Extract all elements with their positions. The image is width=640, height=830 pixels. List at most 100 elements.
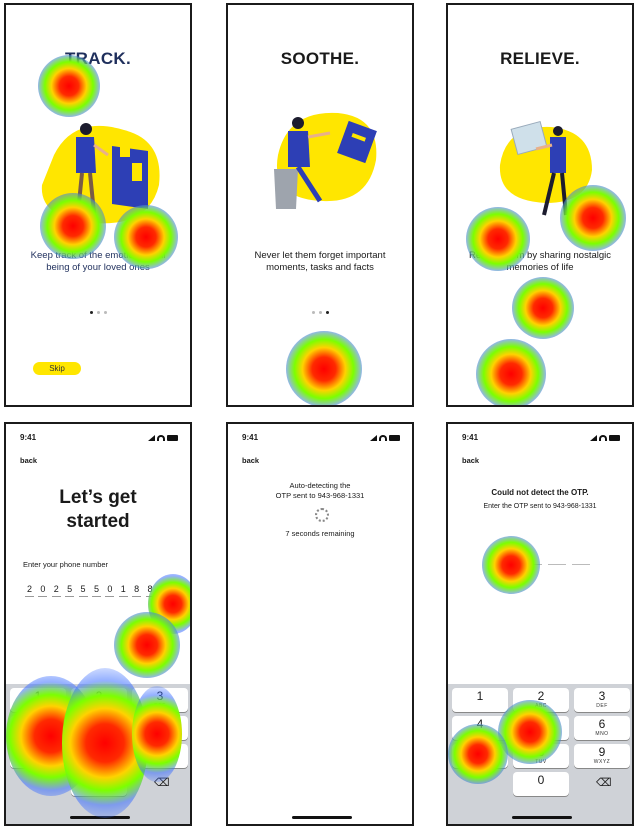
key-number: 3: [598, 689, 606, 703]
back-button[interactable]: back: [20, 456, 37, 465]
key-number: 6: [156, 717, 164, 731]
status-time: 9:41: [20, 433, 37, 442]
phone-input-label: Enter your phone number: [23, 560, 109, 569]
key-number: 4: [476, 717, 484, 731]
key-2[interactable]: 2 ABC: [513, 688, 569, 712]
phone-input[interactable]: 2025550188: [25, 579, 159, 597]
phone-digit: 2: [51, 584, 61, 597]
key-number: 8: [537, 745, 545, 759]
wifi-icon: [599, 434, 607, 441]
relieve-illustration: [499, 120, 592, 216]
battery-icon: [167, 434, 178, 441]
phone-digit: 0: [38, 584, 48, 597]
page-dot-3[interactable]: [103, 311, 107, 314]
wifi-icon: [157, 434, 165, 441]
otp-digit-slot[interactable]: [548, 564, 566, 565]
key-6[interactable]: 6 MNO: [574, 716, 630, 740]
page-title: Let’s get started: [6, 486, 190, 534]
key-1[interactable]: 1: [452, 688, 508, 712]
phone-digit: 5: [65, 584, 75, 597]
key-letters: PQRS: [471, 759, 489, 765]
phone-digit: 0: [105, 584, 115, 597]
wifi-icon: [379, 434, 387, 441]
key-number: 9: [598, 745, 606, 759]
countdown-text: 7 seconds remaining: [285, 529, 355, 538]
key-5[interactable]: 5 JKL: [513, 716, 569, 740]
home-indicator: [512, 816, 572, 819]
key-5[interactable]: 5 JKL: [71, 716, 127, 740]
key-3[interactable]: 3 DEF: [574, 688, 630, 712]
onboarding-screen-soothe: SOOTHE. Never let them forget important …: [226, 3, 414, 407]
key-4[interactable]: 4 GHI: [10, 716, 66, 740]
onboarding-description: Relieve them by sharing nostalgic memori…: [468, 250, 612, 273]
otp-manual-screen: 9:41 back Could not detect the OTP. Ente…: [446, 422, 634, 826]
back-button[interactable]: back: [242, 456, 259, 465]
key-7[interactable]: 7 PQRS: [10, 744, 66, 768]
key-2[interactable]: 2 ABC: [71, 688, 127, 712]
key-8[interactable]: 8 TUV: [71, 744, 127, 768]
key-letters: JKL: [93, 731, 105, 737]
signal-icon: [590, 434, 597, 441]
key-number: 2: [95, 689, 103, 703]
autodetect-line-2: OTP sent to 943-968-1331: [275, 491, 365, 500]
heatmap-spot: [512, 277, 574, 339]
page-dot-1[interactable]: [311, 311, 315, 314]
key-letters: WXYZ: [151, 759, 169, 765]
key-letters: TUV: [535, 759, 547, 765]
key-letters: TUV: [93, 759, 105, 765]
key-number: 1: [476, 689, 484, 703]
key-7[interactable]: 7 PQRS: [452, 744, 508, 768]
otp-digit-slot[interactable]: [500, 564, 518, 565]
phone-digit: 8: [145, 584, 155, 597]
key-1[interactable]: 1: [10, 688, 66, 712]
otp-input[interactable]: [500, 552, 596, 570]
home-indicator: [70, 816, 130, 819]
title-line-2: started: [66, 511, 130, 532]
key-number: 7: [476, 745, 484, 759]
key-4[interactable]: 4 GHI: [452, 716, 508, 740]
key-letters: ABC: [535, 703, 547, 709]
onboarding-title: SOOTHE.: [280, 49, 360, 68]
page-dot-3[interactable]: [325, 311, 329, 314]
page-dot-1[interactable]: [89, 311, 93, 314]
numeric-keypad: 1 2 ABC 3 DEF 4 GHI 5 JKL 6 MNO 7 PQRS 8 TUV 9W…: [6, 684, 190, 824]
key-number: 2: [537, 689, 545, 703]
otp-digit-slot[interactable]: [524, 564, 542, 565]
key-9[interactable]: 9 WXYZ: [132, 744, 188, 768]
onboarding-description: Keep track of the emotional well being o…: [30, 250, 166, 273]
key-3[interactable]: 3 DEF: [132, 688, 188, 712]
key-number: 4: [34, 717, 42, 731]
otp-autodetect-screen: 9:41 back Auto-detecting the OTP sent to…: [226, 422, 414, 826]
phone-entry-screen: 9:41 back Let’s get started Enter your p…: [4, 422, 192, 826]
back-button[interactable]: back: [462, 456, 479, 465]
onboarding-title: RELIEVE.: [500, 49, 580, 68]
status-time: 9:41: [462, 433, 479, 442]
backspace-icon[interactable]: ⌫: [154, 776, 170, 789]
key-letters: PQRS: [29, 759, 47, 765]
heatmap-spot: [114, 612, 180, 678]
key-letters: WXYZ: [593, 759, 611, 765]
key-0[interactable]: 0: [71, 772, 127, 796]
backspace-icon[interactable]: ⌫: [596, 776, 612, 789]
status-time: 9:41: [242, 433, 259, 442]
soothe-illustration: [274, 112, 377, 209]
key-number: 7: [34, 745, 42, 759]
track-illustration: [41, 123, 160, 224]
page-dot-2[interactable]: [96, 311, 100, 314]
key-number: 6: [598, 717, 606, 731]
otp-digit-slot[interactable]: [572, 564, 590, 565]
key-8[interactable]: 8 TUV: [513, 744, 569, 768]
key-letters: JKL: [535, 731, 547, 737]
key-number: 8: [95, 745, 103, 759]
key-number: 5: [95, 717, 103, 731]
signal-icon: [370, 434, 377, 441]
key-6[interactable]: 6 MNO: [132, 716, 188, 740]
page-dots: [228, 301, 412, 319]
key-number: 9: [156, 745, 164, 759]
heatmap-spot: [286, 331, 362, 405]
key-0[interactable]: 0: [513, 772, 569, 796]
key-letters: ABC: [93, 703, 105, 709]
key-9[interactable]: 9 WXYZ: [574, 744, 630, 768]
page-dot-2[interactable]: [318, 311, 322, 314]
skip-button[interactable]: Skip: [33, 362, 81, 375]
